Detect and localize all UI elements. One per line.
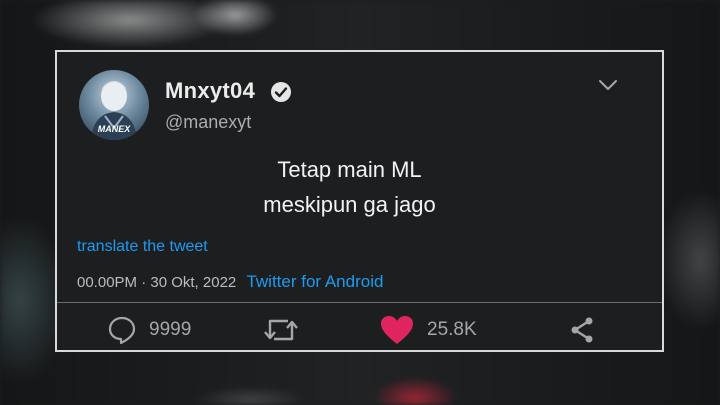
avatar[interactable]: MANEX (79, 70, 149, 140)
verified-badge-icon (271, 82, 291, 102)
share-button[interactable] (567, 314, 597, 346)
reply-button[interactable]: 9999 (107, 314, 191, 346)
share-icon (571, 317, 593, 343)
retweet-button[interactable] (262, 314, 300, 346)
display-name[interactable]: Mnxyt04 (165, 78, 255, 104)
heart-icon (381, 316, 413, 344)
tweet-text: Tetap main ML meskipun ga jago (57, 152, 662, 222)
like-button[interactable]: 25.8K (379, 314, 477, 346)
reply-count: 9999 (149, 319, 192, 340)
handle[interactable]: @manexyt (165, 112, 251, 133)
like-count: 25.8K (427, 319, 477, 340)
divider (57, 302, 662, 303)
client-link[interactable]: Twitter for Android (246, 272, 383, 291)
reply-icon (108, 316, 136, 345)
timestamp: 00.00PM · 30 Okt, 2022 (77, 274, 237, 291)
chevron-down-icon[interactable] (598, 78, 618, 92)
translate-link[interactable]: translate the tweet (77, 238, 208, 256)
tweet-text-line-2: meskipun ga jago (263, 192, 436, 217)
avatar-text: MANEX (98, 124, 131, 134)
retweet-icon (264, 319, 298, 341)
tweet-text-line-1: Tetap main ML (277, 157, 422, 182)
tweet-meta: 00.00PM · 30 Okt, 2022 Twitter for Andro… (77, 272, 383, 292)
tweet-card: MANEX Mnxyt04 @manexyt Tetap main ML mes… (55, 50, 664, 352)
